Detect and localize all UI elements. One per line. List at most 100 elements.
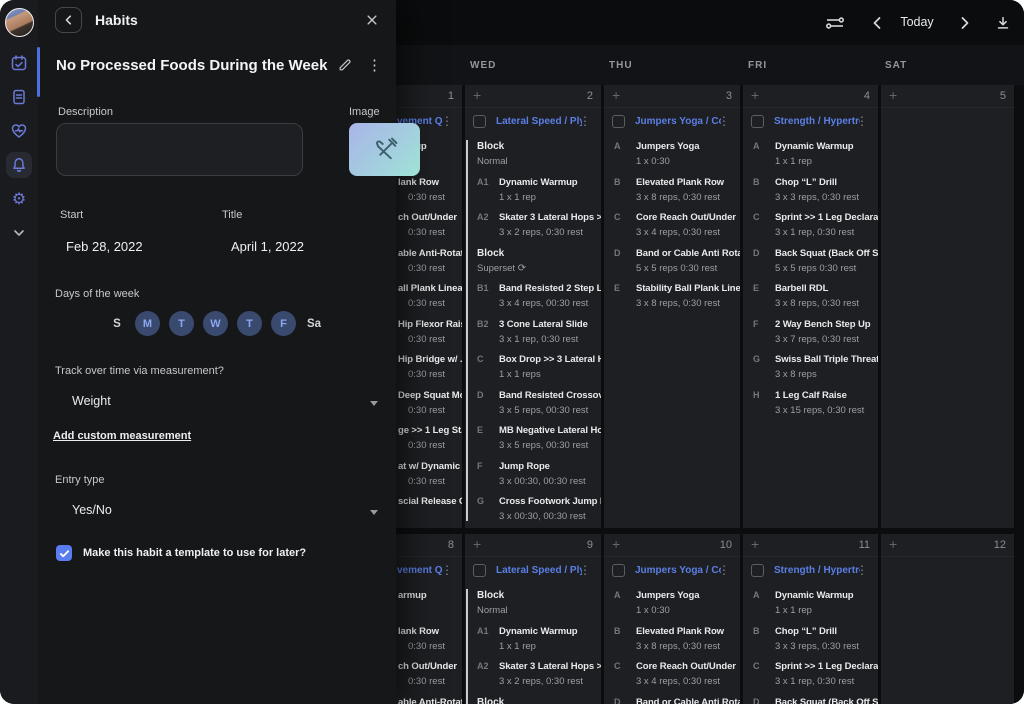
exercise-row[interactable]: DBack Squat (Back Off Set) — [744, 696, 878, 704]
day-toggle-t[interactable]: T — [237, 311, 262, 336]
workout-menu-icon[interactable]: ⋮ — [718, 114, 730, 128]
exercise-row[interactable]: scial Release C... — [397, 495, 462, 521]
workout-card[interactable]: Strength / Hypertro...⋮ ADynamic Warmup1 … — [743, 114, 878, 415]
exercise-row[interactable]: CSprint >> 1 Leg Declarations3 x 1 rep, … — [744, 660, 878, 686]
day-toggle-w[interactable]: W — [203, 311, 228, 336]
exercise-row[interactable]: A2Skater 3 Lateral Hops >> ...3 x 2 reps… — [468, 660, 601, 686]
workout-card[interactable]: Lateral Speed / Plyo⋮BlockNormalA1Dynami… — [465, 563, 601, 704]
workout-card[interactable]: Strength / Hypertro...⋮ADynamic Warmup1 … — [743, 563, 878, 704]
exercise-row[interactable]: GSwiss Ball Triple Threat3 x 8 reps — [744, 353, 878, 379]
workout-title[interactable]: Strength / Hypertro... — [774, 116, 860, 127]
workout-title[interactable]: Lateral Speed / Plyo — [496, 116, 582, 127]
calendar-day-cell[interactable]: +12 — [881, 534, 1014, 704]
habit-image[interactable] — [349, 123, 420, 176]
exercise-row[interactable]: CCore Reach Out/Under3 x 4 reps, 0:30 re… — [605, 660, 740, 686]
exercise-row[interactable]: all Plank Linear ...0:30 rest — [397, 282, 462, 308]
edit-pencil-icon[interactable] — [338, 58, 352, 72]
workout-card[interactable]: Jumpers Yoga / Core⋮AJumpers Yoga1 x 0:3… — [604, 563, 740, 704]
workout-menu-icon[interactable]: ⋮ — [856, 114, 868, 128]
workout-menu-icon[interactable]: ⋮ — [856, 563, 868, 577]
workout-menu-icon[interactable]: ⋮ — [718, 563, 730, 577]
avatar[interactable] — [5, 8, 34, 37]
add-entry-button[interactable]: + — [473, 87, 481, 103]
calendar-day-cell[interactable]: +4Strength / Hypertro...⋮ADynamic Warmup… — [743, 85, 878, 528]
exercise-row[interactable]: CBox Drop >> 3 Lateral H...1 x 1 reps — [468, 353, 601, 379]
exercise-row[interactable]: B23 Cone Lateral Slide3 x 1 rep, 0:30 re… — [468, 318, 601, 344]
exercise-row[interactable]: BChop “L” Drill3 x 3 reps, 0:30 rest — [744, 176, 878, 202]
add-entry-button[interactable]: + — [473, 536, 481, 552]
add-entry-button[interactable]: + — [612, 536, 620, 552]
exercise-row[interactable]: at w/ Dynamic P...0:30 rest — [397, 460, 462, 486]
exercise-row[interactable]: Deep Squat Mo...0:30 rest — [397, 389, 462, 415]
day-toggle-f[interactable]: F — [271, 311, 296, 336]
exercise-row[interactable]: ch Out/Under0:30 rest — [397, 211, 462, 237]
calendar-day-cell[interactable]: +5 — [881, 85, 1014, 528]
add-entry-button[interactable]: + — [751, 536, 759, 552]
description-input[interactable] — [56, 123, 303, 176]
workout-menu-icon[interactable]: ⋮ — [441, 563, 453, 577]
exercise-row[interactable]: B1Band Resisted 2 Step Late...3 x 4 reps… — [468, 282, 601, 308]
workout-menu-icon[interactable]: ⋮ — [579, 563, 591, 577]
calendar-day-cell[interactable]: 8vement Q...⋮armuplank Row0:30 restch Ou… — [396, 534, 462, 704]
chevron-down-icon[interactable] — [6, 220, 32, 246]
exercise-row[interactable]: DBand Resisted Crossover...3 x 5 reps, 0… — [468, 389, 601, 415]
workout-checkbox[interactable] — [612, 115, 625, 128]
day-toggle-m[interactable]: M — [135, 311, 160, 336]
template-checkbox[interactable] — [56, 545, 72, 561]
add-entry-button[interactable]: + — [889, 536, 897, 552]
day-toggle-sa[interactable]: Sa — [305, 311, 323, 336]
workout-menu-icon[interactable]: ⋮ — [441, 114, 453, 128]
exercise-row[interactable]: ADynamic Warmup1 x 1 rep — [744, 140, 878, 166]
chevron-left-icon[interactable] — [866, 13, 888, 33]
day-toggle-s[interactable]: S — [108, 311, 126, 336]
health-icon[interactable] — [6, 118, 32, 144]
exercise-row[interactable]: DBand or Cable Anti Rotati... — [605, 696, 740, 704]
workout-title[interactable]: vement Q... — [397, 565, 443, 576]
exercise-row[interactable]: Hip Flexor Rais...0:30 rest — [397, 318, 462, 344]
exercise-row[interactable]: EMB Negative Lateral Hop...3 x 5 reps, 0… — [468, 424, 601, 450]
calendar-day-cell[interactable]: +11Strength / Hypertro...⋮ADynamic Warmu… — [743, 534, 878, 704]
exercise-row[interactable]: BChop “L” Drill3 x 3 reps, 0:30 rest — [744, 625, 878, 651]
workout-title[interactable]: Jumpers Yoga / Core — [635, 116, 721, 127]
end-date-value[interactable]: April 1, 2022 — [231, 239, 304, 254]
exercise-row[interactable]: ch Out/Under0:30 rest — [397, 660, 462, 686]
measurement-select[interactable]: Weight — [55, 391, 380, 417]
exercise-row[interactable]: able Anti-Rotati...0:30 rest — [397, 247, 462, 273]
add-custom-measurement-link[interactable]: Add custom measurement — [53, 430, 191, 442]
workout-menu-icon[interactable]: ⋮ — [579, 114, 591, 128]
workout-checkbox[interactable] — [473, 564, 486, 577]
workout-checkbox[interactable] — [612, 564, 625, 577]
document-icon[interactable] — [6, 84, 32, 110]
exercise-row[interactable]: GCross Footwork Jump Rope3 x 00:30, 00:3… — [468, 495, 601, 521]
exercise-row[interactable]: A1Dynamic Warmup1 x 1 rep — [468, 625, 601, 651]
add-entry-button[interactable]: + — [889, 87, 897, 103]
download-icon[interactable] — [992, 13, 1014, 33]
today-button[interactable]: Today — [889, 15, 945, 29]
exercise-row[interactable]: F2 Way Bench Step Up3 x 7 reps, 0:30 res… — [744, 318, 878, 344]
exercise-row[interactable]: BElevated Plank Row3 x 8 reps, 0:30 rest — [605, 625, 740, 651]
exercise-row[interactable]: CCore Reach Out/Under3 x 4 reps, 0:30 re… — [605, 211, 740, 237]
exercise-row[interactable]: AJumpers Yoga1 x 0:30 — [605, 589, 740, 615]
exercise-row[interactable]: able Anti-Rotati... — [397, 696, 462, 704]
gear-icon[interactable]: ⚙ — [6, 186, 32, 212]
close-icon[interactable] — [363, 11, 381, 29]
habit-menu-icon[interactable]: ⋮ — [367, 56, 382, 74]
calendar-day-cell[interactable]: +2Lateral Speed / Plyo⋮BlockNormalA1Dyna… — [465, 85, 601, 528]
exercise-row[interactable]: DBand or Cable Anti Rotati...5 x 5 reps … — [605, 247, 740, 273]
exercise-row[interactable]: FJump Rope3 x 00:30, 00:30 rest — [468, 460, 601, 486]
exercise-row[interactable]: A2Skater 3 Lateral Hops >> ...3 x 2 reps… — [468, 211, 601, 237]
workout-card[interactable]: Jumpers Yoga / Core⋮AJumpers Yoga1 x 0:3… — [604, 114, 740, 308]
workout-card[interactable]: vement Q...⋮armuplank Row0:30 restch Out… — [396, 563, 462, 704]
exercise-row[interactable]: ge >> 1 Leg St...0:30 rest — [397, 424, 462, 450]
entry-type-select[interactable]: Yes/No — [55, 500, 380, 526]
add-entry-button[interactable]: + — [612, 87, 620, 103]
calendar-icon[interactable] — [6, 50, 32, 76]
calendar-day-cell[interactable]: +9Lateral Speed / Plyo⋮BlockNormalA1Dyna… — [465, 534, 601, 704]
exercise-row[interactable]: ADynamic Warmup1 x 1 rep — [744, 589, 878, 615]
back-button[interactable] — [55, 7, 82, 33]
exercise-row[interactable]: BElevated Plank Row3 x 8 reps, 0:30 rest — [605, 176, 740, 202]
workout-checkbox[interactable] — [751, 564, 764, 577]
exercise-row[interactable]: Hip Bridge w/ ...0:30 rest — [397, 353, 462, 379]
workout-title[interactable]: Lateral Speed / Plyo — [496, 565, 582, 576]
exercise-row[interactable]: lank Row0:30 rest — [397, 176, 462, 202]
